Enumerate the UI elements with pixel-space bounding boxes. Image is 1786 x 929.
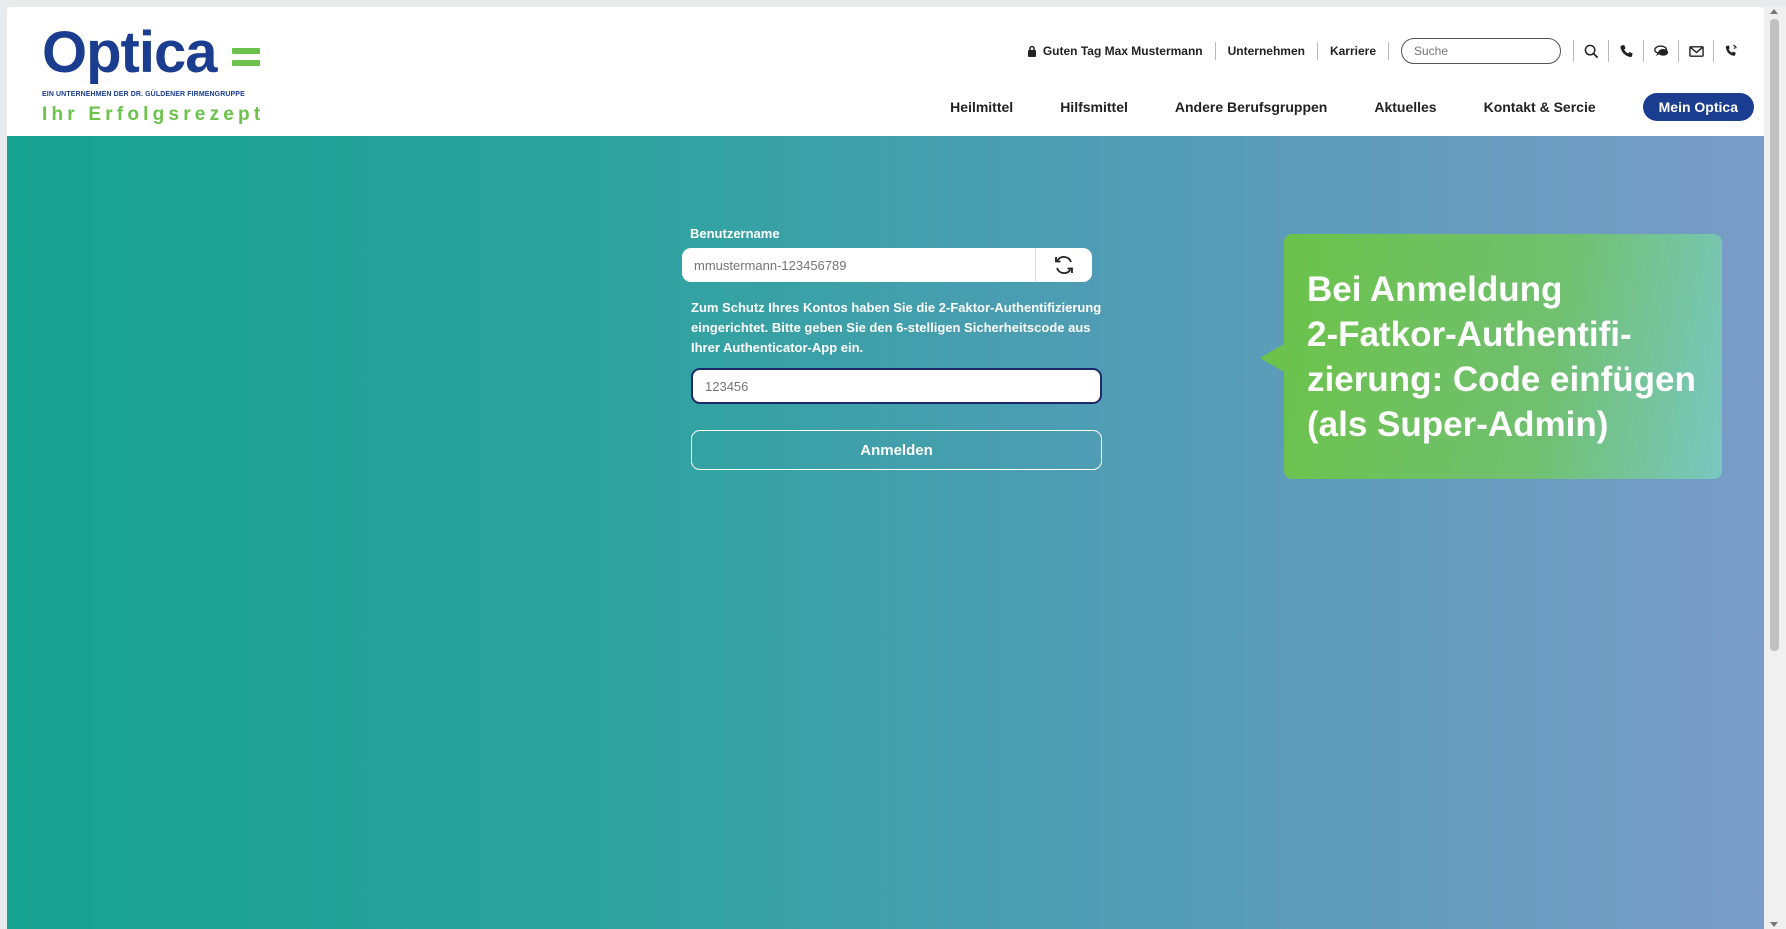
nav-heilmittel[interactable]: Heilmittel	[950, 99, 1013, 115]
site-header: Optica EIN UNTERNEHMEN DER DR. GÜLDENER …	[7, 7, 1764, 136]
nav-hilfsmittel[interactable]: Hilfsmittel	[1060, 99, 1128, 115]
login-button[interactable]: Anmelden	[691, 430, 1102, 470]
refresh-icon	[1055, 256, 1073, 274]
phone-icon[interactable]	[1609, 40, 1644, 62]
account-greeting-link[interactable]: Guten Tag Max Mustermann	[1015, 42, 1216, 60]
scroll-thumb[interactable]	[1770, 19, 1779, 651]
callout-line-3: zierung: Code einfügen	[1307, 360, 1696, 399]
logo-subline: EIN UNTERNEHMEN DER DR. GÜLDENER FIRMENG…	[42, 91, 245, 98]
main-navigation: Heilmittel Hilfsmittel Andere Berufsgrup…	[950, 93, 1754, 121]
page-scrollbar[interactable]	[1764, 7, 1786, 929]
nav-aktuelles[interactable]: Aktuelles	[1374, 99, 1436, 115]
two-factor-instruction: Zum Schutz Ihres Kontos haben Sie die 2-…	[691, 300, 1102, 355]
nav-andere-berufsgruppen[interactable]: Andere Berufsgruppen	[1175, 99, 1327, 115]
optica-logo[interactable]: Optica EIN UNTERNEHMEN DER DR. GÜLDENER …	[42, 20, 282, 130]
username-input[interactable]	[682, 248, 1035, 282]
logo-wordmark: Optica	[42, 20, 217, 85]
mein-optica-button[interactable]: Mein Optica	[1642, 93, 1754, 121]
link-karriere[interactable]: Karriere	[1318, 42, 1389, 60]
login-hero: Benutzername Zum Schutz Ihres Kontos hab…	[7, 136, 1764, 929]
browser-viewport: Optica EIN UNTERNEHMEN DER DR. GÜLDENER …	[7, 7, 1764, 929]
emergency-phone-icon[interactable]	[1714, 40, 1748, 62]
callout-line-2: 2-Fatkor-Authentifi-	[1307, 315, 1632, 354]
scroll-down-arrow-icon[interactable]	[1770, 922, 1778, 927]
security-code-input[interactable]	[691, 368, 1102, 404]
link-unternehmen[interactable]: Unternehmen	[1216, 42, 1318, 60]
greeting-text: Guten Tag Max Mustermann	[1042, 44, 1203, 58]
nav-kontakt-service[interactable]: Kontakt & Sercie	[1484, 99, 1596, 115]
annotation-callout: Bei Anmeldung 2-Fatkor-Authentifi- zieru…	[1260, 234, 1722, 479]
top-utility-bar: Guten Tag Max Mustermann Unternehmen Kar…	[1015, 36, 1748, 66]
reset-username-button[interactable]	[1035, 248, 1092, 282]
search-input[interactable]	[1401, 38, 1561, 64]
logo-equals-icon	[232, 48, 260, 72]
logo-slogan: Ihr Erfolgsrezept	[42, 104, 265, 125]
callout-line-4: (als Super-Admin)	[1307, 405, 1609, 444]
lock-icon	[1027, 45, 1036, 57]
username-label: Benutzername	[690, 226, 780, 241]
chat-icon[interactable]	[1644, 40, 1679, 62]
two-factor-login-form: Benutzername Zum Schutz Ihres Kontos hab…	[682, 226, 1102, 470]
callout-line-1: Bei Anmeldung	[1307, 270, 1563, 309]
search-icon[interactable]	[1574, 40, 1609, 62]
mail-icon[interactable]	[1679, 40, 1714, 62]
scroll-up-arrow-icon[interactable]	[1770, 9, 1778, 14]
username-field-group	[682, 248, 1092, 282]
